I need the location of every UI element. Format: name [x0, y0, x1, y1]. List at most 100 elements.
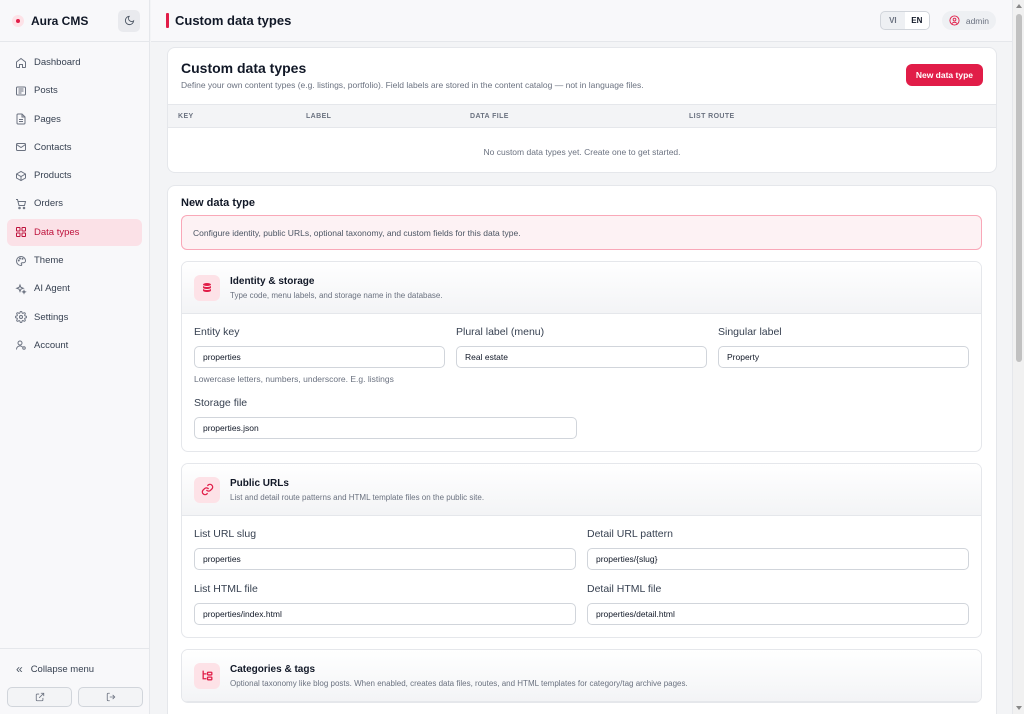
brand: Aura CMS — [0, 0, 149, 42]
scroll-up-arrow[interactable] — [1016, 4, 1022, 8]
section-title: Categories & tags — [230, 663, 316, 675]
user-circle-icon — [949, 15, 960, 26]
singular-label-input[interactable]: Property — [718, 346, 969, 368]
singular-label-label: Singular label — [718, 326, 782, 338]
collapse-menu-label: Collapse menu — [30, 663, 95, 675]
sidebar: Aura CMS Dashboard Posts Pages Contacts … — [0, 0, 150, 714]
sidebar-item-label: Contacts — [34, 141, 72, 153]
section-title: Identity & storage — [230, 275, 315, 287]
main-content: Custom data types Define your own conten… — [151, 43, 1012, 714]
sidebar-item-label: Posts — [34, 85, 58, 97]
public-urls-section: Public URLs List and detail route patter… — [181, 463, 982, 638]
new-data-type-button[interactable]: New data type — [905, 64, 983, 86]
sidebar-item-label: Settings — [34, 311, 69, 323]
section-header: Public URLs List and detail route patter… — [182, 464, 981, 516]
gear-icon — [15, 311, 27, 324]
column-header-data-file[interactable]: DATA FILE — [470, 113, 509, 120]
list-card-title: Custom data types — [181, 60, 307, 76]
sidebar-item-label: Theme — [34, 255, 64, 267]
chevrons-left-icon: « — [16, 662, 23, 676]
section-header: Identity & storage Type code, menu label… — [182, 262, 981, 314]
moon-icon[interactable] — [118, 9, 140, 32]
logout-button[interactable] — [78, 687, 143, 707]
sidebar-item-label: Data types — [34, 226, 80, 238]
detail-html-file-label: Detail HTML file — [587, 583, 662, 595]
user-icon — [15, 339, 27, 351]
sidebar-item-label: Dashboard — [34, 57, 81, 68]
plural-label-label: Plural label (menu) — [456, 326, 545, 338]
sidebar-item-label: Products — [34, 170, 72, 182]
detail-url-pattern-label: Detail URL pattern — [587, 528, 673, 540]
section-subtitle: Type code, menu labels, and storage name… — [230, 290, 443, 300]
palette-icon — [15, 255, 27, 267]
sidebar-item-products[interactable]: Products — [7, 162, 142, 189]
sidebar-item-label: Orders — [34, 198, 64, 210]
sidebar-item-ai-agent[interactable]: AI Agent — [7, 275, 142, 302]
info-banner: Configure identity, public URLs, optiona… — [181, 215, 982, 250]
list-html-file-input[interactable]: properties/index.html — [194, 603, 576, 625]
sidebar-item-account[interactable]: Account — [7, 332, 142, 359]
entity-key-hint: Lowercase letters, numbers, underscore. … — [194, 374, 394, 384]
sidebar-item-contacts[interactable]: Contacts — [7, 134, 142, 161]
sidebar-item-pages[interactable]: Pages — [7, 106, 142, 133]
table-header: KEY LABEL DATA FILE LIST ROUTE — [168, 104, 996, 128]
storage-file-label: Storage file — [194, 397, 248, 409]
sidebar-item-theme[interactable]: Theme — [7, 247, 142, 274]
list-url-slug-label: List URL slug — [194, 528, 257, 540]
sidebar-item-label: Pages — [34, 113, 61, 125]
categories-tags-section: Categories & tags Optional taxonomy like… — [181, 649, 982, 703]
language-option-vi[interactable]: VI — [881, 12, 905, 29]
data-types-list-card: Custom data types Define your own conten… — [167, 47, 997, 173]
detail-html-file-input[interactable]: properties/detail.html — [587, 603, 969, 625]
posts-icon — [15, 85, 27, 97]
scroll-down-arrow[interactable] — [1016, 706, 1022, 710]
list-html-file-label: List HTML file — [194, 583, 258, 595]
detail-url-pattern-input[interactable]: properties/{slug} — [587, 548, 969, 570]
sidebar-item-label: Account — [34, 339, 69, 351]
database-icon — [194, 274, 220, 301]
logo-icon — [12, 14, 24, 27]
sidebar-item-settings[interactable]: Settings — [7, 304, 142, 331]
sidebar-item-posts[interactable]: Posts — [7, 77, 142, 104]
sidebar-footer: « Collapse menu — [0, 648, 150, 714]
language-switcher: VI EN — [879, 11, 930, 30]
page-title: Custom data types — [175, 13, 292, 28]
sidebar-item-label: AI Agent — [34, 283, 70, 295]
collapse-menu-button[interactable]: « Collapse menu — [7, 655, 143, 683]
home-icon — [15, 57, 27, 69]
column-header-label[interactable]: LABEL — [306, 113, 331, 120]
entity-key-label: Entity key — [194, 326, 240, 338]
entity-key-input[interactable]: properties — [194, 346, 445, 368]
mail-icon — [15, 141, 27, 153]
section-title: Public URLs — [230, 477, 289, 489]
empty-state-text: No custom data types yet. Create one to … — [483, 147, 681, 157]
new-data-type-form: New data type Configure identity, public… — [167, 185, 997, 714]
section-header: Categories & tags Optional taxonomy like… — [182, 650, 981, 702]
box-icon — [15, 170, 27, 182]
user-menu[interactable]: admin — [941, 11, 996, 30]
language-option-en[interactable]: EN — [904, 12, 929, 29]
column-header-key[interactable]: KEY — [178, 113, 194, 120]
cart-icon — [15, 198, 27, 210]
sidebar-item-data-types[interactable]: Data types — [7, 218, 142, 246]
topbar: Custom data types VI EN admin — [151, 0, 1012, 42]
sidebar-nav: Dashboard Posts Pages Contacts Products … — [0, 42, 149, 359]
grid-icon — [15, 226, 27, 238]
user-name: admin — [965, 15, 989, 26]
sparkle-icon — [15, 283, 27, 295]
scrollbar-thumb[interactable] — [1016, 14, 1022, 362]
identity-storage-section: Identity & storage Type code, menu label… — [181, 261, 982, 452]
sidebar-item-orders[interactable]: Orders — [7, 190, 142, 217]
pages-icon — [15, 113, 27, 125]
link-icon — [194, 476, 220, 503]
view-site-button[interactable] — [7, 687, 72, 707]
form-title: New data type — [181, 197, 255, 209]
plural-label-input[interactable]: Real estate — [456, 346, 707, 368]
page-scrollbar[interactable] — [1012, 0, 1024, 714]
list-url-slug-input[interactable]: properties — [194, 548, 576, 570]
taxonomy-icon — [194, 662, 220, 689]
storage-file-input[interactable]: properties.json — [194, 417, 577, 439]
sidebar-item-dashboard[interactable]: Dashboard — [7, 49, 142, 76]
column-header-list-route[interactable]: LIST ROUTE — [689, 113, 735, 120]
section-subtitle: List and detail route patterns and HTML … — [230, 492, 485, 502]
